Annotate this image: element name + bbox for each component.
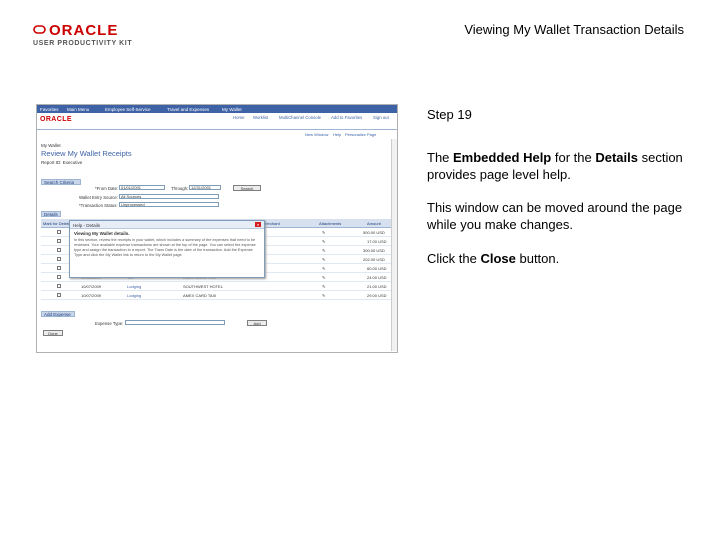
details-header[interactable]: Details	[41, 211, 61, 217]
link-new-window[interactable]: New Window	[305, 132, 328, 137]
link-worklist[interactable]: Worklist	[253, 115, 268, 120]
mark-delete-checkbox[interactable]	[57, 239, 61, 243]
embedded-help-window[interactable]: Help - Details × Viewing My Wallet detai…	[69, 220, 265, 278]
page-tool-links: New Window Help Personalize Page	[37, 131, 397, 139]
add-button[interactable]: Add	[247, 320, 267, 326]
mark-delete-checkbox[interactable]	[57, 248, 61, 252]
attachment-icon[interactable]: ✎	[322, 293, 325, 298]
p1-text-b: for the	[551, 150, 596, 165]
col-merchant: Merchant	[263, 221, 280, 226]
attachment-icon[interactable]: ✎	[322, 248, 325, 253]
nav-travel-expenses[interactable]: Travel and Expenses	[167, 107, 209, 112]
page-title: Review My Wallet Receipts	[41, 149, 132, 158]
amount-cell: 29.00 USD	[367, 293, 387, 298]
nav-favorites[interactable]: Favorites	[40, 107, 59, 112]
amount-cell: 24.00 USD	[367, 275, 387, 280]
logo-wordmark: ORACLE	[49, 22, 119, 39]
wallet-source-select[interactable]: All Sources	[119, 194, 219, 199]
trans-date-cell: 10/07/2009	[81, 284, 102, 289]
p1-embedded-help: Embedded Help	[453, 150, 552, 165]
mark-delete-checkbox[interactable]	[57, 266, 61, 270]
top-nav-bar: Favorites Main Menu Employee Self-Servic…	[37, 105, 397, 113]
attachment-icon[interactable]: ✎	[322, 275, 325, 280]
link-multichannel-console[interactable]: MultiChannel Console	[279, 115, 321, 120]
amount-cell: 17.00 USD	[367, 239, 387, 244]
document-title: Viewing My Wallet Transaction Details	[464, 22, 684, 37]
through-date-input[interactable]: 12/31/2001	[189, 185, 221, 190]
done-button[interactable]: Done	[43, 330, 63, 336]
link-home[interactable]: Home	[233, 115, 244, 120]
attachment-icon[interactable]: ✎	[322, 230, 325, 235]
step-number: Step 19	[427, 107, 472, 122]
oracle-ring-icon	[33, 25, 46, 34]
from-date-input[interactable]: 01/01/2001	[119, 185, 165, 190]
amount-cell: 500.00 USD	[363, 230, 385, 235]
attachment-icon[interactable]: ✎	[322, 284, 325, 289]
application-screenshot: Favorites Main Menu Employee Self-Servic…	[36, 104, 398, 353]
p3-text-b: button.	[515, 251, 560, 266]
search-criteria-header[interactable]: Search Criteria	[41, 179, 81, 185]
through-label: Through:	[171, 186, 189, 191]
col-amount: Amount	[367, 221, 381, 226]
brand-bar: ORACLE Home Worklist MultiChannel Consol…	[37, 113, 397, 130]
mark-delete-checkbox[interactable]	[57, 230, 61, 234]
nav-my-wallet[interactable]: My Wallet	[222, 107, 242, 112]
transaction-status-select[interactable]: Unprocessed	[119, 202, 219, 207]
attachment-icon[interactable]: ✎	[322, 239, 325, 244]
add-expense-header[interactable]: Add Expense	[41, 311, 75, 317]
screenshot-oracle-logo: ORACLE	[40, 116, 72, 123]
instruction-paragraph-2: This window can be moved around the page…	[427, 200, 683, 232]
merchant-cell: SOUTHWEST HOTEL	[183, 284, 223, 289]
close-icon: ×	[256, 222, 260, 227]
amount-cell: 60.00 USD	[367, 266, 387, 271]
amount-cell: 300.00 USD	[363, 248, 385, 253]
p3-close: Close	[480, 251, 516, 266]
link-sign-out[interactable]: Sign out	[373, 115, 389, 120]
col-mark-delete: Mark for Delete	[43, 221, 71, 226]
help-title: Help - Details	[73, 222, 101, 228]
instruction-paragraph-1: The Embedded Help for the Details sectio…	[427, 149, 689, 183]
expense-type-label: Expense Type:	[95, 321, 124, 326]
link-help[interactable]: Help	[333, 132, 341, 137]
expense-type-link[interactable]: Lodging	[127, 293, 141, 298]
help-body: In this section, review the receipts in …	[74, 238, 256, 257]
oracle-upk-logo: ORACLE USER PRODUCTIVITY KIT	[33, 22, 163, 50]
link-add-to-favorites[interactable]: Add to Favorites	[331, 115, 362, 120]
nav-main-menu[interactable]: Main Menu	[67, 107, 89, 112]
attachment-icon[interactable]: ✎	[322, 257, 325, 262]
attachment-icon[interactable]: ✎	[322, 266, 325, 271]
amount-cell: 202.00 USD	[363, 257, 385, 262]
breadcrumb: My Wallet	[41, 143, 61, 148]
mark-delete-checkbox[interactable]	[57, 293, 61, 297]
trans-date-cell: 10/07/2009	[81, 293, 102, 298]
vertical-scrollbar[interactable]	[391, 139, 397, 351]
mark-delete-checkbox[interactable]	[57, 275, 61, 279]
close-button[interactable]: ×	[255, 222, 261, 227]
report-id: Report ID: Executive	[41, 160, 83, 165]
nav-employee-self-service[interactable]: Employee Self-Service	[105, 107, 151, 112]
wallet-source-label: Wallet Entry Source:	[79, 195, 119, 200]
merchant-cell: AMEX CARD TAXI	[183, 293, 217, 298]
p1-text-a: The	[427, 150, 454, 165]
from-date-label: *From Date:	[95, 186, 119, 191]
mark-delete-checkbox[interactable]	[57, 284, 61, 288]
search-button[interactable]: Search	[233, 185, 261, 191]
instruction-paragraph-3: Click the Close button.	[427, 250, 689, 267]
p1-details: Details	[595, 150, 638, 165]
link-personalize-page[interactable]: Personalize Page	[345, 132, 376, 137]
help-heading: Viewing My Wallet details.	[74, 231, 130, 236]
expense-type-select[interactable]	[125, 320, 225, 325]
table-row[interactable]: 10/07/2009 Lodging SOUTHWEST HOTEL ✎ 21.…	[41, 282, 393, 291]
p3-text-a: Click the	[427, 251, 481, 266]
mark-delete-checkbox[interactable]	[57, 257, 61, 261]
expense-type-link[interactable]: Lodging	[127, 284, 141, 289]
transaction-status-label: *Transaction Status:	[79, 203, 118, 208]
amount-cell: 21.00 USD	[367, 284, 387, 289]
table-row[interactable]: 10/07/2009 Lodging AMEX CARD TAXI ✎ 29.0…	[41, 291, 393, 300]
help-title-bar[interactable]: Help - Details ×	[70, 221, 264, 229]
col-attachments: Attachments	[319, 221, 342, 226]
logo-subtitle: USER PRODUCTIVITY KIT	[33, 40, 133, 47]
